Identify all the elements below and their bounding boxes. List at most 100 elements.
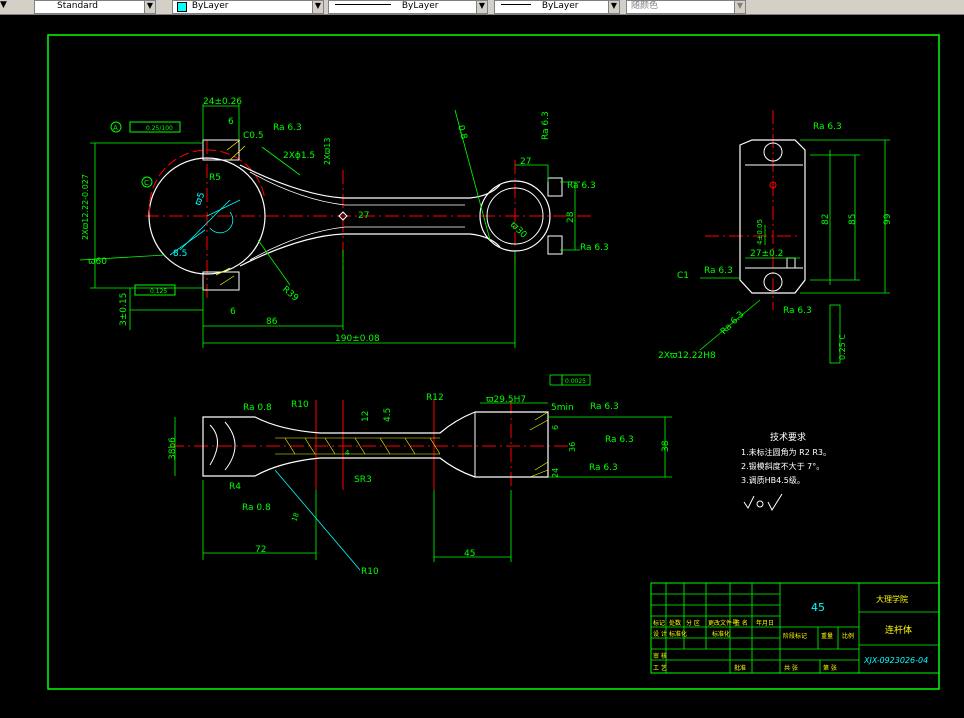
dim-38: 38 [661, 440, 671, 452]
chamfer-c1: C1 [677, 271, 689, 281]
dim-dia-30: ϖ30 [508, 220, 529, 241]
roughness-bottom-2: Ra 6.3 [590, 402, 619, 412]
lineweight-line-icon [501, 3, 531, 5]
roughness-label-4: Ra 6.3 [541, 111, 551, 140]
chevron-down-icon: ▼ [608, 1, 619, 13]
tb-school: 大理学院 [876, 594, 908, 604]
color-select[interactable]: 随颜色 ▼ [626, 0, 746, 14]
dim-18: 18 [290, 512, 301, 523]
dim-hole-12: 2Xϖ12.22H8 [658, 351, 716, 361]
dim-6-bottom: 6 [230, 307, 236, 317]
roughness-side-4: Ra 6.3 [719, 310, 746, 337]
chevron-down-icon: ▼ [144, 1, 155, 13]
tb-h5: 签 名 [734, 619, 748, 627]
dim-38b6: 38b6 [168, 437, 178, 460]
dim-24-bottom: 24 [551, 468, 560, 478]
chevron-down-icon: ▼ [312, 1, 323, 13]
dim-dia-5: ϖ5 [193, 191, 207, 207]
tb-h6: 年月日 [756, 619, 774, 627]
dim-27-mid: 27 [358, 211, 369, 221]
layer-swatch-icon [177, 2, 187, 12]
dim-hole-15: 2Xϕ1.5 [283, 151, 315, 161]
bottom-view: 38b6 Ra 0.8 R10 R12 ϖ29.5H7 0.0025 5min … [168, 374, 672, 577]
roughness-bottom-5: Ra 0.8 [242, 503, 271, 513]
tol-0025: 0.0025 [565, 378, 586, 385]
dim-08: 0.8 [455, 124, 468, 141]
dim-4: 4 [345, 449, 350, 457]
side-view: Ra 6.3 C1 Ra 6.3 82 85 99 27±0.2 4±0.05 … [658, 110, 893, 364]
drawing-border [47, 34, 940, 690]
chevron-down-icon: ▼ [476, 1, 487, 13]
lineweight-value: ByLayer [541, 1, 579, 11]
tb-h10: 重量 [821, 632, 833, 640]
tb-h16: 第 张 [823, 664, 837, 672]
dim-99: 99 [883, 213, 893, 225]
dim-85: 85 [848, 214, 858, 225]
dim-dia-29-5: ϖ29.5H7 [486, 395, 526, 405]
tb-h12: 审 核 [653, 652, 667, 660]
tb-h7: 设 计 [653, 630, 667, 638]
roughness-bottom-3: Ra 6.3 [605, 435, 634, 445]
linetype-line-icon [335, 3, 391, 5]
tb-h8: 标准化 [669, 630, 687, 638]
tb-h13: 工 艺 [653, 664, 667, 672]
tb-h11: 比例 [842, 632, 854, 640]
dim-27-side: 27±0.2 [750, 249, 783, 259]
dim-8-5: 8.5 [173, 249, 187, 259]
tol-parallel: 0.25/100 [146, 125, 173, 132]
roughness-side-2: Ra 6.3 [704, 266, 733, 276]
title-block: 标记 处数 分 区 更改文件号 签 名 年月日 设 计 标准化 阶段标记 重量 … [650, 582, 940, 674]
dim-dia-12: 2Xϖ12.22-0.027 [81, 174, 90, 240]
tb-h1: 标记 [653, 619, 665, 627]
tb-h14: 批准 [734, 664, 746, 672]
textstyle-dropdown-arrow[interactable]: ▼ [0, 0, 18, 12]
tb-drawing-number: XJX-0923026-04 [863, 656, 928, 665]
radius-r4: R4 [229, 482, 241, 492]
front-view: 24±0.26 6 0.25/100 A C0.5 Ra 6.3 2Xϕ1.5 … [79, 97, 609, 348]
notes-line-1: 1.未标注圆角为 R2 R3。 [741, 447, 831, 457]
radius-r10-bottom: R10 [361, 567, 379, 577]
linetype-select[interactable]: ByLayer ▼ [328, 0, 488, 14]
dim-86: 86 [266, 317, 278, 327]
roughness-side-3: Ra 6.3 [783, 306, 812, 316]
dim-12: 12 [361, 411, 371, 422]
chevron-down-icon: ▼ [734, 1, 745, 13]
radius-r39: R39 [280, 285, 300, 304]
roughness-bottom-4: Ra 6.3 [589, 463, 618, 473]
datum-c-label: C [144, 179, 149, 187]
dim-5min: 5min [551, 403, 574, 413]
radius-sr3: SR3 [354, 475, 372, 485]
drawing-canvas[interactable]: 24±0.26 6 0.25/100 A C0.5 Ra 6.3 2Xϕ1.5 … [0, 14, 964, 714]
dim-3: 3±0.15 [119, 293, 129, 326]
layer-select[interactable]: ByLayer ▼ [172, 0, 324, 14]
dim-27: 27 [520, 157, 531, 167]
cad-drawing: 24±0.26 6 0.25/100 A C0.5 Ra 6.3 2Xϕ1.5 … [47, 34, 940, 690]
radius-r5: R5 [209, 173, 221, 183]
dim-28: 28 [566, 211, 576, 223]
lineweight-select[interactable]: ByLayer ▼ [494, 0, 620, 14]
dim-190: 190±0.08 [335, 334, 380, 344]
radius-r12: R12 [426, 393, 444, 403]
dim-6-top: 6 [228, 117, 234, 127]
tb-h2: 处数 [669, 619, 681, 627]
dim-82: 82 [821, 214, 831, 225]
notes-line-2: 2.锻模斜度不大于 7°。 [741, 461, 824, 471]
textstyle-select[interactable]: Standard ▼ [34, 0, 156, 14]
dim-4-5: 4.5 [383, 408, 393, 422]
tb-part-name: 连杆体 [885, 624, 912, 636]
dim-24: 24±0.26 [203, 97, 242, 107]
tb-h3: 分 区 [686, 619, 700, 627]
radius-r10-top: R10 [291, 400, 309, 410]
datum-a-label: A [113, 124, 118, 132]
dim-dia-60: ϖ60 [88, 257, 107, 267]
notes-line-3: 3.调质HB4.5级。 [741, 475, 805, 485]
roughness-side-1: Ra 6.3 [813, 122, 842, 132]
properties-toolbar: ▼ Standard ▼ ByLayer ▼ ByLayer ▼ ByLayer… [0, 0, 964, 15]
dim-2x13: 2Xϖ13 [323, 138, 332, 165]
chamfer-c05: C0.5 [243, 131, 264, 141]
color-value: 随颜色 [631, 1, 659, 11]
technical-notes: 技术要求 1.未标注圆角为 R2 R3。 2.锻模斜度不大于 7°。 3.调质H… [741, 431, 831, 512]
roughness-label-1: Ra 6.3 [273, 123, 302, 133]
dim-6-bottom-view: 6 [551, 425, 560, 430]
dim-4-side: 4±0.05 [756, 219, 764, 245]
